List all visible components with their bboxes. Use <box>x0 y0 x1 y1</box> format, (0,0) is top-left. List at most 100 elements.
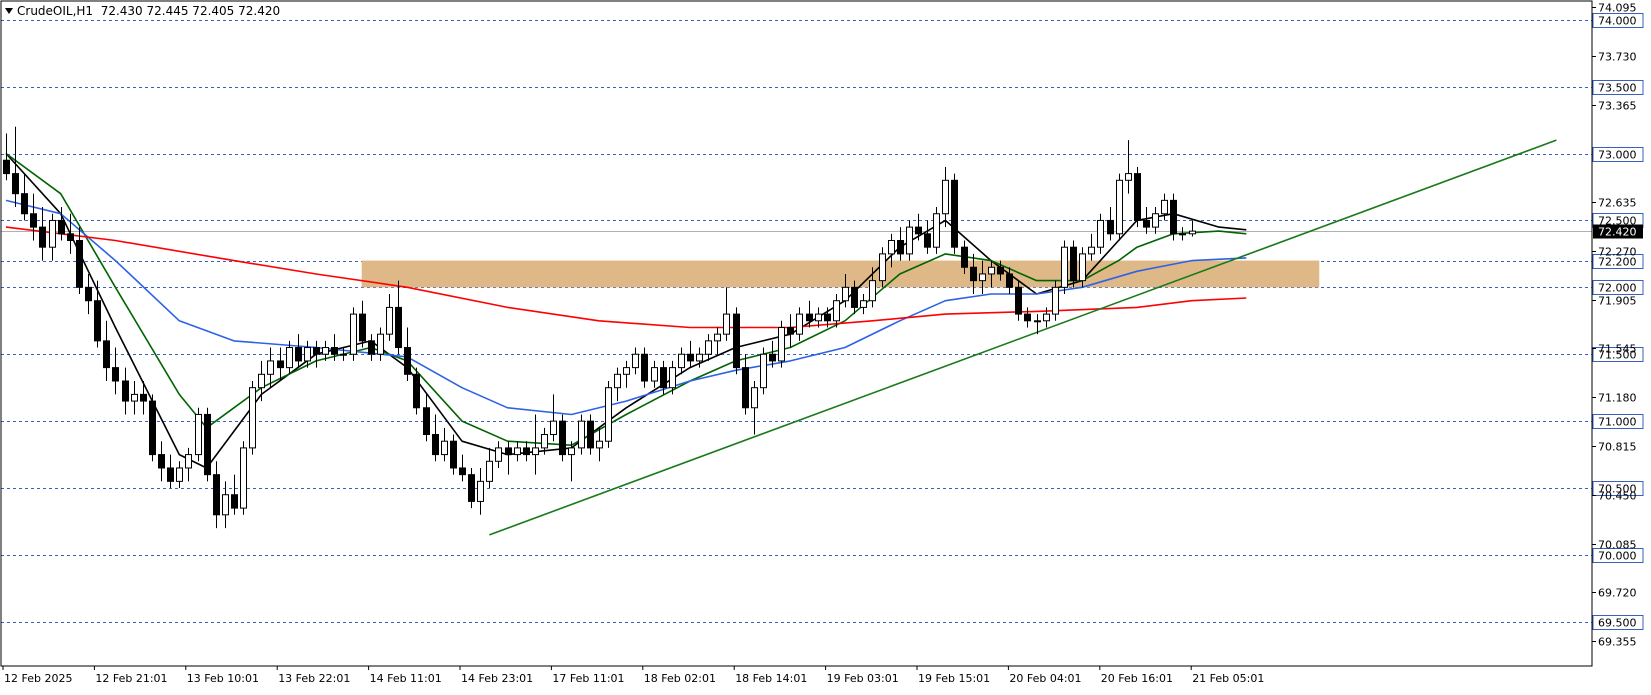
candle-body <box>1134 173 1141 221</box>
candle-body <box>1143 219 1150 228</box>
candle-body <box>267 360 274 375</box>
candle-body <box>541 434 548 449</box>
time-tick-label: 13 Feb 22:01 <box>278 672 350 685</box>
candle-body <box>979 273 986 282</box>
candle-body <box>39 226 46 248</box>
level-label: 69.500 <box>1598 617 1637 630</box>
price-tick-label: 71.180 <box>1598 392 1637 405</box>
candle-body <box>1052 286 1059 315</box>
candle-body <box>122 380 129 402</box>
candle-body <box>933 213 940 248</box>
candle-body <box>495 447 502 462</box>
chart-header: CrudeOIL,H1 72.430 72.445 72.405 72.420 <box>5 4 280 18</box>
time-tick-label: 19 Feb 03:01 <box>827 672 899 685</box>
candle-body <box>58 219 65 235</box>
candle-body <box>869 280 876 302</box>
candle-body <box>413 373 420 409</box>
candle-body <box>377 333 384 355</box>
candle-body <box>559 420 566 456</box>
candle-body <box>1107 219 1114 235</box>
candle-body <box>277 360 284 369</box>
candle-body <box>1061 246 1068 288</box>
price-tick-label: 73.730 <box>1598 51 1637 64</box>
candle-body <box>778 326 785 362</box>
candle-body <box>833 300 840 322</box>
ohlc-readout: 72.430 72.445 72.405 72.420 <box>100 4 281 18</box>
candle-body <box>1070 246 1077 282</box>
price-tick-label: 70.085 <box>1598 539 1637 552</box>
time-tick-label: 19 Feb 15:01 <box>918 672 990 685</box>
candle-body <box>860 300 867 308</box>
candle-body <box>1097 219 1104 248</box>
candle-body <box>195 413 202 456</box>
candle-body <box>158 454 165 469</box>
candle-body <box>1170 199 1177 235</box>
symbol-timeframe: CrudeOIL,H1 <box>17 4 94 18</box>
candle-body <box>1034 320 1041 323</box>
candle-body <box>140 393 147 402</box>
level-label: 73.000 <box>1598 149 1637 162</box>
candle-body <box>888 240 895 255</box>
candle-body <box>213 474 220 516</box>
candle-body <box>705 340 712 355</box>
candle-body <box>915 226 922 235</box>
candle-body <box>395 306 402 349</box>
candle-body <box>49 219 56 248</box>
current-price-label: 72.420 <box>1598 226 1637 239</box>
candle-body <box>386 306 393 335</box>
candle-body <box>751 387 758 409</box>
support-zone <box>361 260 1320 288</box>
price-tick-label: 73.365 <box>1598 100 1637 113</box>
candle-body <box>760 353 767 389</box>
candle-body <box>404 347 411 375</box>
candle-body <box>942 179 949 215</box>
candle-body <box>660 367 667 389</box>
candle-body <box>532 447 539 456</box>
candle-body <box>614 373 621 389</box>
candle-body <box>231 494 238 509</box>
candle-body <box>1161 199 1168 215</box>
time-tick-label: 12 Feb 21:01 <box>95 672 167 685</box>
candle-body <box>85 286 92 302</box>
candle-body <box>459 467 466 476</box>
candle-body <box>879 253 886 282</box>
candle-body <box>851 286 858 308</box>
candle-body <box>313 347 320 355</box>
candle-body <box>1079 253 1086 282</box>
candle-body <box>714 333 721 342</box>
dropdown-triangle-icon[interactable] <box>5 7 13 14</box>
price-tick-label: 69.355 <box>1598 636 1637 649</box>
candle-body <box>787 326 794 335</box>
candle-body <box>368 340 375 355</box>
candle-body <box>641 353 648 382</box>
chart-window[interactable]: 74.000 73.500 73.000 72.500 72.200 72.000 71.5… <box>0 0 1651 691</box>
candle-body <box>76 240 83 288</box>
level-label: 71.000 <box>1598 416 1637 429</box>
candle-body <box>687 353 694 362</box>
candle-body <box>240 447 247 509</box>
candle-body <box>21 193 28 215</box>
candle-body <box>632 353 639 369</box>
candle-body <box>550 420 557 436</box>
price-chart[interactable]: 74.00073.50073.00072.50072.20072.00071.5… <box>0 0 1651 691</box>
candle-body <box>1006 273 1013 288</box>
price-tick-label: 72.635 <box>1598 197 1637 210</box>
candle-body <box>176 467 183 482</box>
candle-body <box>951 179 958 248</box>
candle-body <box>669 367 676 389</box>
candle-body <box>505 447 512 456</box>
candle-body <box>304 347 311 362</box>
candle-body <box>815 313 822 322</box>
candle-body <box>359 313 366 342</box>
candle-body <box>450 440 457 469</box>
candle-body <box>696 353 703 362</box>
candle-body <box>167 467 174 482</box>
price-tick-label: 72.270 <box>1598 246 1637 259</box>
time-tick-label: 14 Feb 23:01 <box>461 672 533 685</box>
price-tick-label: 69.720 <box>1598 587 1637 600</box>
candle-body <box>1015 286 1022 315</box>
time-tick-label: 20 Feb 16:01 <box>1101 672 1173 685</box>
candle-body <box>924 233 931 248</box>
price-tick-label: 71.545 <box>1598 343 1637 356</box>
time-tick-label: 18 Feb 02:01 <box>644 672 716 685</box>
